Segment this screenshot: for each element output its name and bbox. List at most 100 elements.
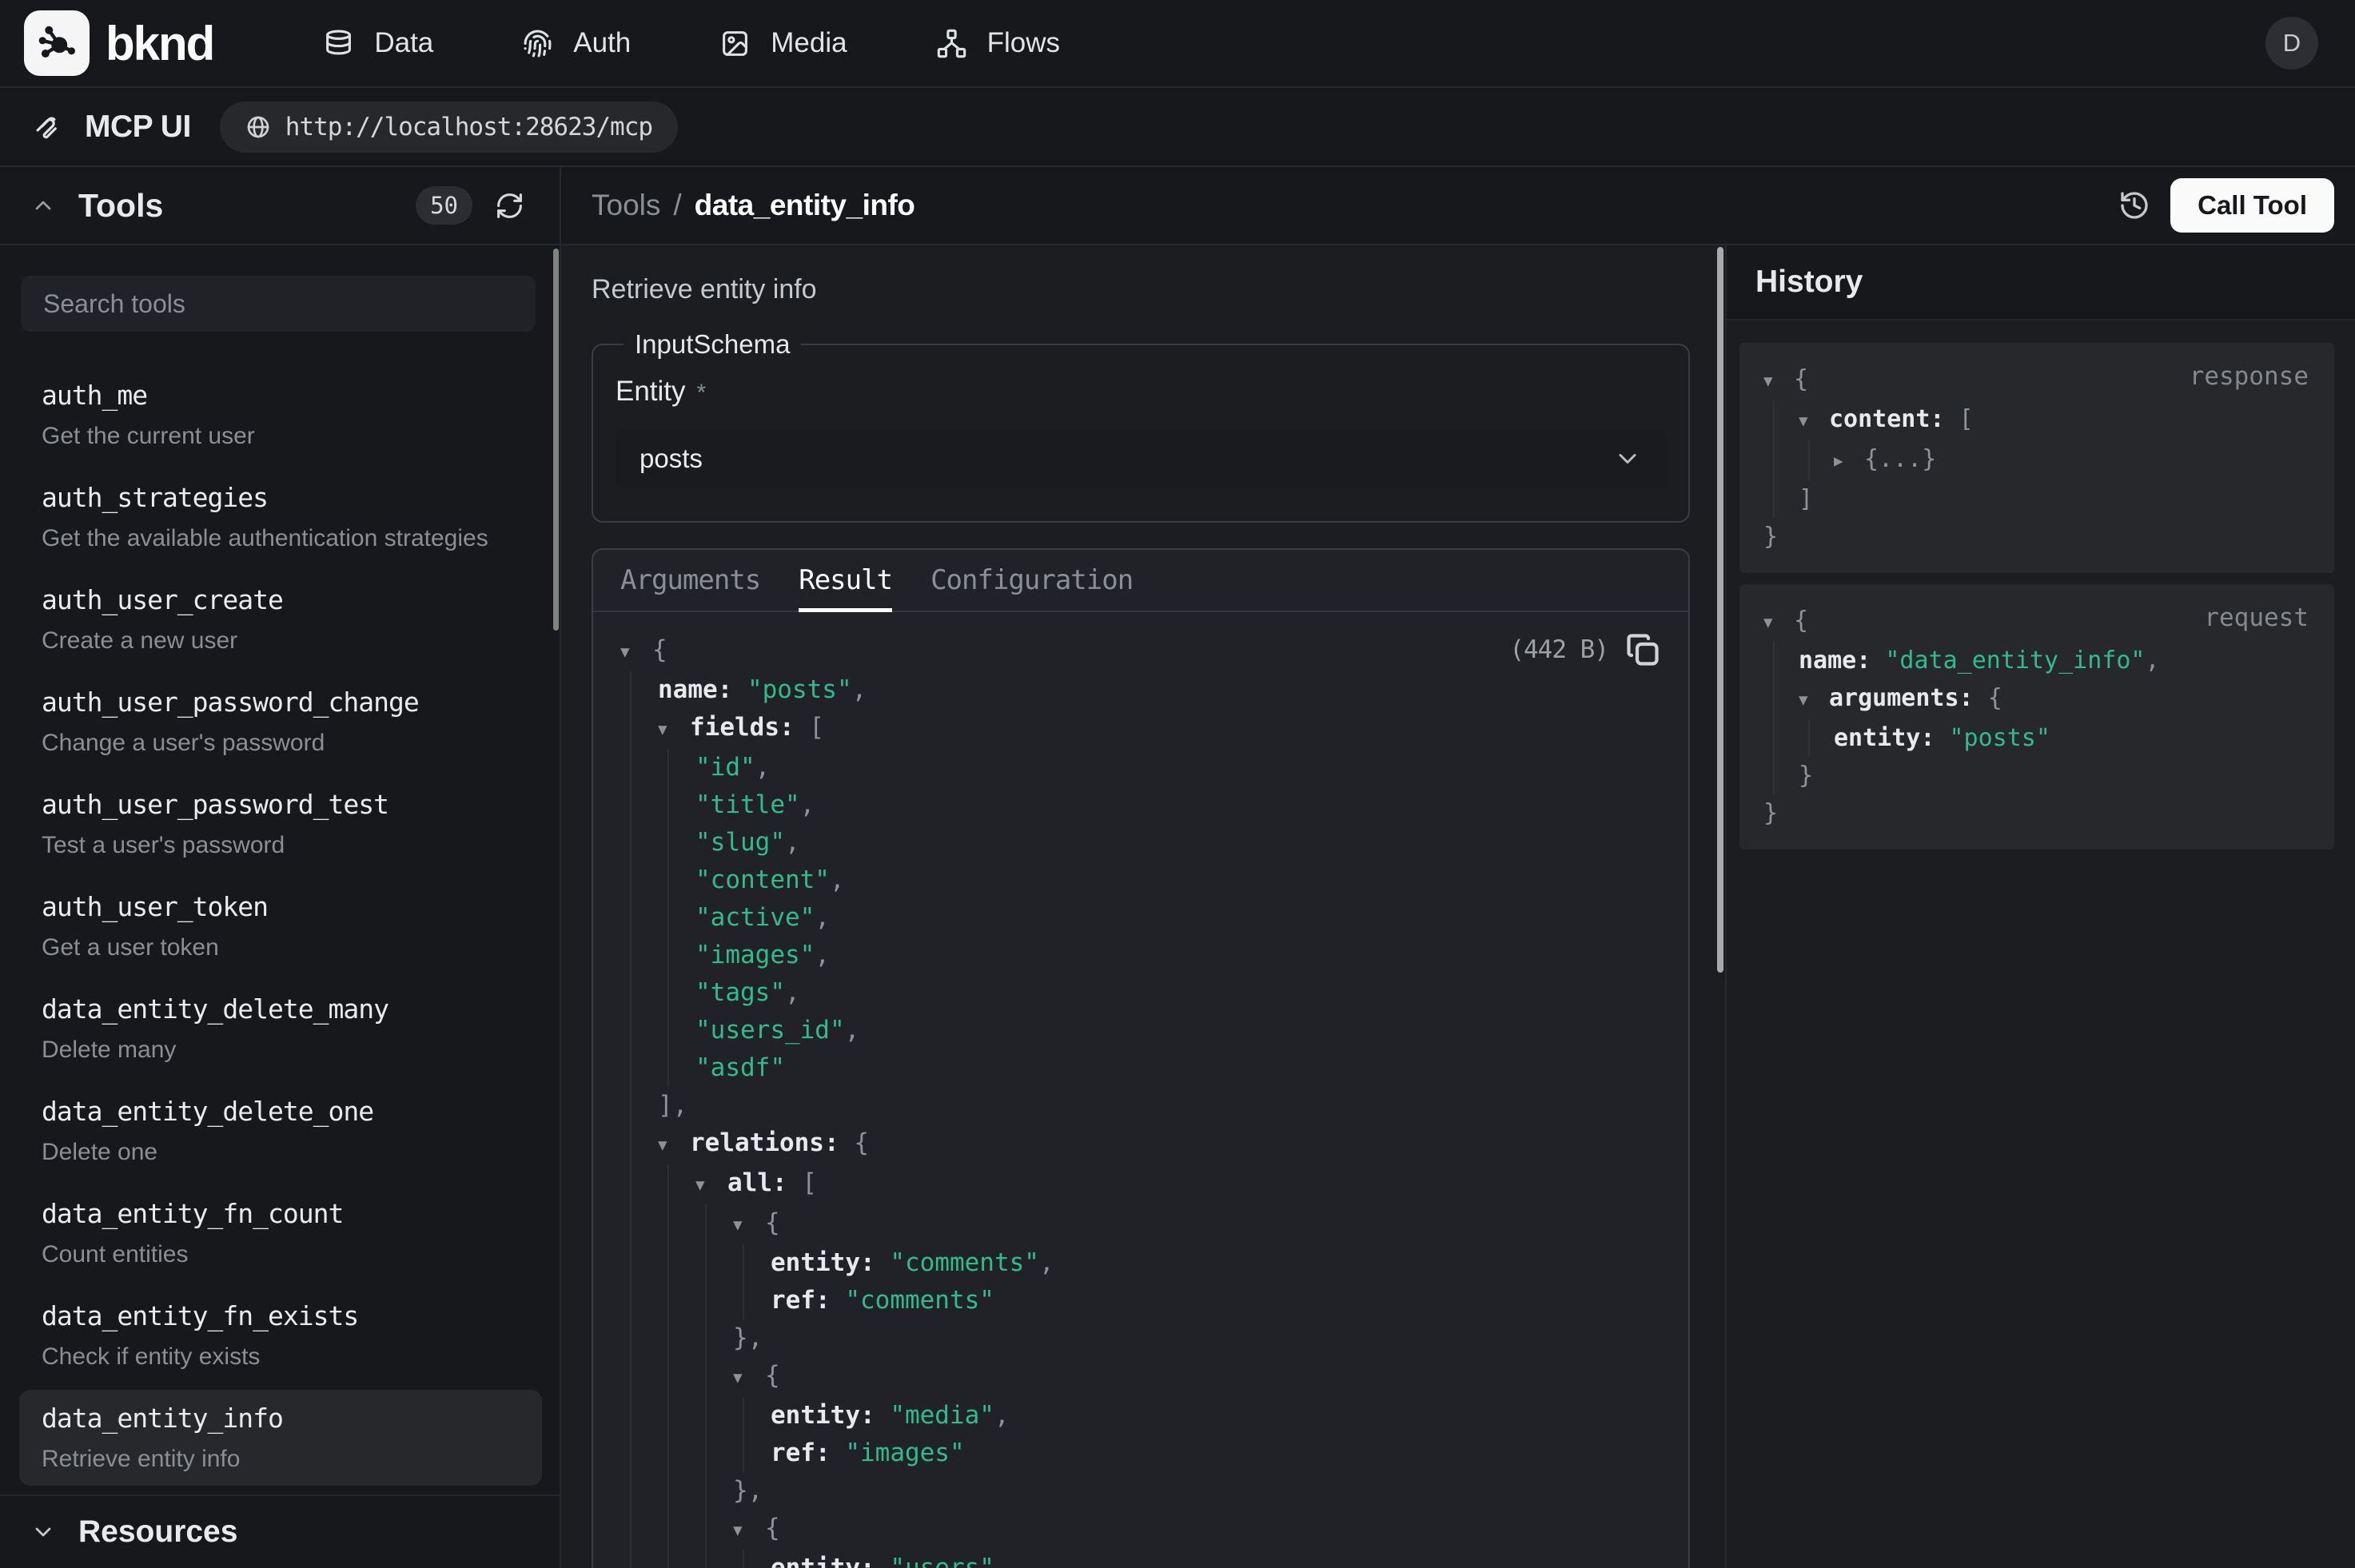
result-json-tree: ▾{name: "posts",▾fields: ["id","title","… <box>620 631 1661 1568</box>
tool-list-item[interactable]: data_entity_fn_exists Check if entity ex… <box>19 1287 542 1383</box>
tool-list-item[interactable]: auth_strategies Get the available authen… <box>19 469 542 565</box>
indent-guide <box>630 1049 632 1087</box>
indent-guide <box>667 1049 669 1087</box>
tree-toggle-icon[interactable]: ▾ <box>733 1207 765 1244</box>
token-pun: [ <box>802 1168 817 1197</box>
token-str: "posts" <box>1950 724 2050 752</box>
indent-guide <box>667 749 669 786</box>
tool-list: auth_me Get the current user auth_strate… <box>19 367 542 1486</box>
indent-guide <box>743 1397 744 1435</box>
search-placeholder: Search tools <box>43 289 185 319</box>
tree-toggle-icon[interactable]: ▾ <box>620 634 652 671</box>
call-tool-button[interactable]: Call Tool <box>2170 178 2334 233</box>
token-pun: , <box>994 1554 1010 1568</box>
json-line: ▸{...} <box>1763 440 2310 480</box>
sidebar-scrollbar[interactable] <box>553 249 559 631</box>
indent-guide <box>667 1164 669 1204</box>
tab-arguments[interactable]: Arguments <box>620 550 760 611</box>
history-entry-request[interactable]: request ▾{name: "data_entity_info",▾argu… <box>1739 584 2334 850</box>
token-key: entity: <box>771 1248 890 1277</box>
indent-guide <box>630 1397 632 1435</box>
entity-field-label: Entity* <box>616 376 1666 408</box>
tree-toggle-icon[interactable]: ▾ <box>1799 403 1829 440</box>
content-scrollbar[interactable] <box>1717 247 1723 973</box>
nav-item-auth[interactable]: Auth <box>523 27 631 59</box>
user-avatar[interactable]: D <box>2265 17 2318 70</box>
tab-configuration[interactable]: Configuration <box>930 550 1133 611</box>
indent-guide <box>705 1472 707 1510</box>
token-str: "data_entity_info" <box>1885 647 2145 675</box>
indent-guide <box>667 899 669 937</box>
tool-list-item[interactable]: auth_me Get the current user <box>19 367 542 463</box>
indent-guide <box>705 1204 707 1244</box>
tool-list-item[interactable]: auth_user_token Get a user token <box>19 878 542 974</box>
entity-select[interactable]: posts <box>616 430 1666 488</box>
indent-guide <box>705 1510 707 1550</box>
mcp-url-pill[interactable]: http://localhost:28623/mcp <box>220 101 678 153</box>
tree-toggle-icon[interactable]: ▾ <box>658 1127 690 1164</box>
breadcrumb-separator: / <box>673 189 681 222</box>
tree-toggle-icon[interactable]: ▾ <box>733 1359 765 1397</box>
json-line: ▾fields: [ <box>620 709 1661 749</box>
indent-guide <box>630 1012 632 1049</box>
tree-toggle-icon[interactable]: ▸ <box>1834 443 1864 480</box>
tab-result[interactable]: Result <box>799 550 892 611</box>
tool-list-item[interactable]: data_entity_delete_one Delete one <box>19 1083 542 1179</box>
history-toggle-button[interactable] <box>2108 179 2161 232</box>
tool-list-item[interactable]: data_entity_delete_many Delete many <box>19 981 542 1077</box>
json-line: entity: "users", <box>620 1550 1661 1568</box>
token-key: entity: <box>771 1401 890 1430</box>
tree-toggle-icon[interactable]: ▾ <box>695 1167 727 1204</box>
tool-detail-panel: Retrieve entity info InputSchema Entity*… <box>561 245 1725 1568</box>
indent-guide <box>630 1087 632 1124</box>
tree-toggle-icon[interactable]: ▾ <box>1763 363 1794 400</box>
token-key: fields: <box>690 713 809 742</box>
token-str: "title" <box>695 790 800 819</box>
tree-toggle-icon[interactable]: ▾ <box>1763 604 1794 642</box>
history-entry-response[interactable]: response ▾{▾content: [▸{...}]} <box>1739 343 2334 573</box>
nav-item-data[interactable]: Data <box>324 27 433 59</box>
fingerprint-icon <box>523 29 552 58</box>
token-pun: }, <box>733 1323 763 1352</box>
tool-description: Get a user token <box>42 933 520 963</box>
mcp-url: http://localhost:28623/mcp <box>285 113 652 141</box>
tool-list-item[interactable]: auth_user_password_change Change a user'… <box>19 674 542 770</box>
json-line: entity: "media", <box>620 1397 1661 1435</box>
resources-header[interactable]: Resources <box>0 1494 560 1568</box>
token-pun: { <box>1988 684 2002 712</box>
indent-guide <box>667 1357 669 1397</box>
refresh-tools-button[interactable] <box>495 191 524 221</box>
tree-toggle-icon[interactable]: ▾ <box>733 1512 765 1550</box>
avatar-initial: D <box>2283 29 2301 58</box>
token-str: "id" <box>695 753 755 782</box>
tool-description: Delete many <box>42 1035 520 1065</box>
nav-item-flows[interactable]: Flows <box>937 27 1060 59</box>
token-str: "media" <box>890 1401 994 1430</box>
tool-list-item[interactable]: auth_user_password_test Test a user's pa… <box>19 776 542 872</box>
tool-list-item[interactable]: auth_user_create Create a new user <box>19 571 542 667</box>
token-str: "active" <box>695 903 815 932</box>
bknd-logo[interactable]: bknd <box>24 10 213 76</box>
tree-toggle-icon[interactable]: ▾ <box>1799 682 1829 719</box>
json-line: ▾content: [ <box>1763 400 2310 440</box>
tool-list-item[interactable]: data_entity_fn_count Count entities <box>19 1185 542 1281</box>
nav-item-media[interactable]: Media <box>720 27 847 59</box>
json-line: "asdf" <box>620 1049 1661 1087</box>
tool-list-item[interactable]: data_entity_info Retrieve entity info <box>19 1390 542 1486</box>
tools-scroll-area: Search tools auth_me Get the current use… <box>0 245 560 1494</box>
token-pun: { <box>1794 607 1808 635</box>
tool-description: Get the available authentication strateg… <box>42 523 520 554</box>
token-key: relations: <box>690 1128 854 1157</box>
tools-header[interactable]: Tools 50 <box>0 167 560 245</box>
tool-name: auth_user_token <box>42 889 520 925</box>
search-tools-input[interactable]: Search tools <box>21 276 536 332</box>
token-str: "images" <box>695 941 815 969</box>
token-str: "comments" <box>890 1248 1039 1277</box>
required-mark: * <box>697 380 707 406</box>
tree-toggle-icon[interactable]: ▾ <box>658 711 690 749</box>
indent-guide <box>630 974 632 1012</box>
nav-item-label: Media <box>771 27 847 59</box>
token-pun: ] <box>1799 485 1813 513</box>
breadcrumb-section[interactable]: Tools <box>592 189 660 222</box>
chevron-down-icon <box>1613 444 1642 473</box>
